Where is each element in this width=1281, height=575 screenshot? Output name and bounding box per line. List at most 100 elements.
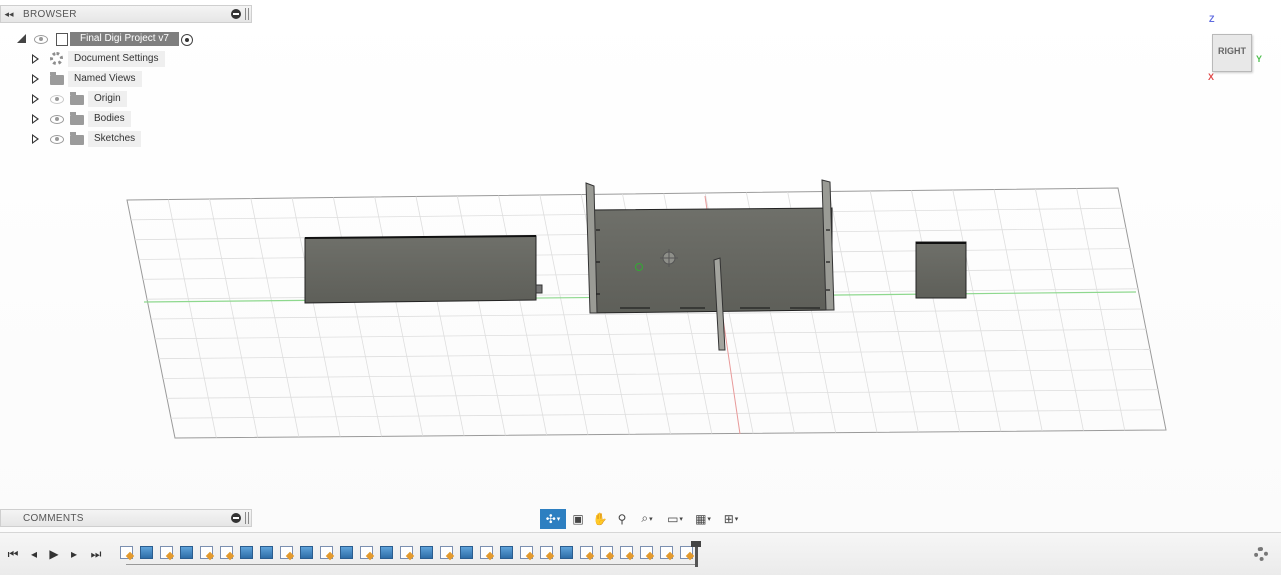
viewcube[interactable]: Z RIGHT Y X xyxy=(1204,14,1264,84)
hidden-eye-icon[interactable] xyxy=(50,95,64,104)
comments-title: COMMENTS xyxy=(23,512,84,524)
timeline-sketch-feature[interactable] xyxy=(400,546,413,559)
expand-triangle-icon[interactable] xyxy=(32,114,39,124)
folder-icon xyxy=(50,72,64,85)
visibility-eye-icon[interactable] xyxy=(50,115,64,124)
timeline-sketch-feature[interactable] xyxy=(480,546,493,559)
timeline-sketch-feature[interactable] xyxy=(220,546,233,559)
timeline-extrude-feature[interactable] xyxy=(300,546,313,559)
timeline-settings-gear-icon[interactable] xyxy=(1254,547,1268,561)
body-panel-left[interactable] xyxy=(304,235,543,304)
timeline-extrude-feature[interactable] xyxy=(260,546,273,559)
timeline-extrude-feature[interactable] xyxy=(380,546,393,559)
play-button[interactable]: ▶ xyxy=(47,547,61,561)
folder-icon xyxy=(70,92,84,105)
timeline-extrude-feature[interactable] xyxy=(460,546,473,559)
y-axis-label: Y xyxy=(1256,54,1263,64)
fit-button[interactable]: ⌕ ▾ xyxy=(634,509,660,529)
x-axis-label: X xyxy=(1208,72,1215,82)
body-box-center[interactable] xyxy=(585,179,835,351)
expand-triangle-icon[interactable] xyxy=(32,134,39,144)
zoom-icon: ⚲ xyxy=(617,511,627,526)
gear-icon xyxy=(50,52,63,65)
timeline-sketch-feature[interactable] xyxy=(540,546,553,559)
timeline-extrude-feature[interactable] xyxy=(420,546,433,559)
panel-grip-icon[interactable] xyxy=(245,8,249,20)
folder-icon xyxy=(70,112,84,125)
viewcube-face-right[interactable]: RIGHT xyxy=(1212,34,1252,72)
timeline-sketch-feature[interactable] xyxy=(680,546,693,559)
look-at-icon: ▣ xyxy=(572,511,584,526)
timeline-sketch-feature[interactable] xyxy=(360,546,373,559)
tree-item-sketches[interactable]: Sketches xyxy=(0,130,200,148)
timeline-sketch-feature[interactable] xyxy=(120,546,133,559)
timeline-bar: ⏮ ◂ ▶ ▸ ⏭ xyxy=(0,532,1281,575)
viewports-icon: ⊞ xyxy=(723,511,734,526)
body-box-right[interactable] xyxy=(915,241,967,299)
pan-icon: ✋ xyxy=(592,511,608,526)
tree-item-named-views[interactable]: Named Views xyxy=(0,70,200,88)
collapse-panel-icon[interactable]: ◂◂ xyxy=(1,9,17,20)
expand-root-icon[interactable] xyxy=(17,34,26,43)
display-settings-button[interactable]: ▭ ▾ xyxy=(662,509,688,529)
display-settings-icon: ▭ xyxy=(667,511,679,526)
timeline-extrude-feature[interactable] xyxy=(340,546,353,559)
timeline-extrude-feature[interactable] xyxy=(240,546,253,559)
step-back-button[interactable]: ◂ xyxy=(27,547,41,561)
timeline-sketch-feature[interactable] xyxy=(600,546,613,559)
orbit-icon: ✣ xyxy=(545,511,556,526)
tree-item-document-settings[interactable]: Document Settings xyxy=(0,50,200,68)
pan-button[interactable]: ✋ xyxy=(590,509,610,529)
timeline-extrude-feature[interactable] xyxy=(500,546,513,559)
go-to-end-button[interactable]: ⏭ xyxy=(89,547,103,561)
browser-header[interactable]: ◂◂ BROWSER xyxy=(0,5,252,23)
timeline-sketch-feature[interactable] xyxy=(520,546,533,559)
step-forward-button[interactable]: ▸ xyxy=(67,547,81,561)
timeline-sketch-feature[interactable] xyxy=(320,546,333,559)
orbit-button[interactable]: ✣ ▾ xyxy=(540,508,566,529)
timeline-sketch-feature[interactable] xyxy=(440,546,453,559)
root-component-label[interactable]: Final Digi Project v7 xyxy=(70,32,179,46)
folder-icon xyxy=(70,132,84,145)
viewports-button[interactable]: ⊞ ▾ xyxy=(718,509,744,529)
look-at-button[interactable]: ▣ xyxy=(568,509,588,529)
activate-radio-icon[interactable] xyxy=(181,34,193,46)
pin-icon[interactable] xyxy=(231,9,241,19)
visibility-eye-icon[interactable] xyxy=(50,135,64,144)
timeline-extrude-feature[interactable] xyxy=(140,546,153,559)
grid-button[interactable]: ▦ ▾ xyxy=(690,509,716,529)
timeline-sketch-feature[interactable] xyxy=(280,546,293,559)
timeline-sketch-feature[interactable] xyxy=(580,546,593,559)
tree-item-label: Sketches xyxy=(88,131,142,147)
document-icon xyxy=(56,33,68,46)
zoom-button[interactable]: ⚲ xyxy=(612,509,632,529)
comments-header[interactable]: COMMENTS xyxy=(0,509,252,527)
pin-icon[interactable] xyxy=(231,513,241,523)
z-axis-label: Z xyxy=(1209,14,1215,24)
timeline-sketch-feature[interactable] xyxy=(660,546,673,559)
go-to-start-button[interactable]: ⏮ xyxy=(6,547,20,561)
tree-item-label: Named Views xyxy=(68,71,142,87)
tree-item-bodies[interactable]: Bodies xyxy=(0,110,200,128)
tree-item-label: Document Settings xyxy=(68,51,165,67)
timeline-track xyxy=(126,564,696,565)
tree-root[interactable]: Final Digi Project v7 xyxy=(0,30,260,48)
timeline-marker[interactable] xyxy=(691,541,701,567)
expand-triangle-icon[interactable] xyxy=(32,74,39,84)
expand-triangle-icon[interactable] xyxy=(32,94,39,104)
fit-icon: ⌕ xyxy=(641,511,649,525)
tree-item-label: Bodies xyxy=(88,111,131,127)
timeline-extrude-feature[interactable] xyxy=(560,546,573,559)
browser-title: BROWSER xyxy=(23,8,77,20)
tree-item-origin[interactable]: Origin xyxy=(0,90,200,108)
expand-triangle-icon[interactable] xyxy=(32,54,39,64)
visibility-eye-icon[interactable] xyxy=(34,35,48,44)
timeline-sketch-feature[interactable] xyxy=(160,546,173,559)
panel-grip-icon[interactable] xyxy=(245,512,249,524)
timeline-sketch-feature[interactable] xyxy=(200,546,213,559)
timeline-extrude-feature[interactable] xyxy=(180,546,193,559)
timeline-sketch-feature[interactable] xyxy=(640,546,653,559)
timeline-sketch-feature[interactable] xyxy=(620,546,633,559)
viewcube-face-label: RIGHT xyxy=(1218,46,1246,56)
tree-item-label: Origin xyxy=(88,91,127,107)
